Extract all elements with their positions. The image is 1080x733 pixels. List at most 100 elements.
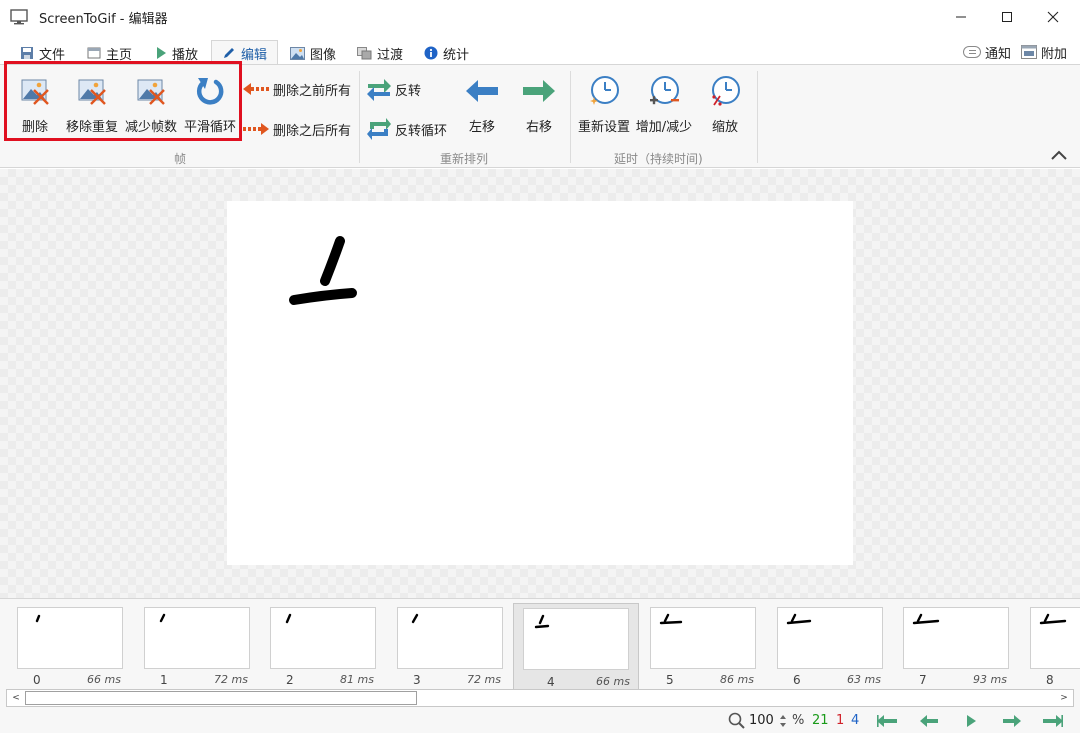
extras-button[interactable]: 附加 [1021, 42, 1067, 62]
frame-index: 4 [547, 675, 555, 689]
override-delay-button[interactable]: 重新设置 [574, 71, 634, 139]
yoyo-label: 反转循环 [395, 123, 448, 139]
tab-image[interactable]: 图像 [290, 42, 336, 64]
drawing-stroke [289, 236, 357, 305]
group-separator [359, 71, 360, 163]
transition-icon [357, 46, 372, 59]
notifications-label: 通知 [985, 46, 1012, 62]
canvas-area [0, 169, 1080, 598]
yoyo-button[interactable]: 反转循环 [366, 117, 447, 141]
delete-previous-icon [243, 83, 269, 95]
tab-statistics[interactable]: 统计 [424, 42, 469, 64]
frame-thumbnail-selected[interactable]: 4 66 ms [513, 603, 639, 691]
save-icon [21, 47, 33, 59]
move-right-label: 右移 [525, 120, 552, 135]
frame-thumbnail-image [144, 607, 250, 669]
extras-icon [1021, 45, 1037, 59]
frame-thumbnail[interactable]: 3 72 ms [391, 604, 509, 688]
frame-thumbnail[interactable]: 8 [1024, 604, 1080, 688]
group-separator [757, 71, 758, 163]
next-frame-icon [1003, 715, 1021, 727]
delete-previous-label: 删除之前所有 [273, 83, 352, 99]
minimize-button[interactable] [938, 0, 984, 34]
collapse-ribbon-button[interactable] [1050, 149, 1068, 163]
image-icon [290, 46, 305, 60]
frame-duration: 81 ms [340, 673, 374, 686]
frame-index: 7 [919, 673, 927, 687]
home-icon [87, 47, 101, 59]
frame-duration: 66 ms [87, 673, 121, 686]
close-button[interactable] [1030, 0, 1076, 34]
app-icon [10, 9, 28, 25]
frame-thumbnail[interactable]: 1 72 ms [138, 604, 256, 688]
scale-delay-label: 缩放 [711, 120, 738, 135]
last-frame-icon [1043, 715, 1063, 727]
frame-index: 1 [160, 673, 168, 687]
frame-preview [227, 201, 853, 565]
title-bar: ScreenToGif - 编辑器 [0, 0, 1080, 34]
info-icon [424, 46, 438, 60]
scroll-right-button[interactable]: > [1056, 691, 1072, 705]
minimize-icon [956, 16, 966, 18]
zoom-unit: % [792, 713, 805, 728]
previous-frame-icon [920, 715, 938, 727]
scroll-left-button[interactable]: < [8, 691, 24, 705]
play-button[interactable] [960, 711, 982, 731]
frame-count: 21 [812, 713, 829, 728]
frame-thumbnail-image [17, 607, 123, 669]
group-separator [570, 71, 571, 163]
scale-delay-button[interactable]: 缩放 [695, 71, 755, 139]
frame-thumbnail-image [777, 607, 883, 669]
frame-duration: 66 ms [596, 675, 630, 688]
delete-next-icon [243, 123, 269, 135]
extras-label: 附加 [1041, 46, 1068, 62]
frame-duration: 72 ms [214, 673, 248, 686]
next-frame-button[interactable] [1001, 711, 1023, 731]
delete-next-button[interactable]: 删除之后所有 [242, 117, 351, 141]
frame-thumbnail[interactable]: 7 93 ms [897, 604, 1015, 688]
first-frame-button[interactable] [876, 711, 898, 731]
frame-thumbnail-image [270, 607, 376, 669]
move-left-button[interactable]: 左移 [452, 71, 512, 139]
tab-label: 播放 [172, 47, 199, 63]
frame-duration: 72 ms [467, 673, 501, 686]
selected-count: 1 [836, 713, 845, 728]
reverse-button[interactable]: 反转 [366, 77, 421, 101]
frame-duration: 63 ms [847, 673, 881, 686]
frame-index: 5 [666, 673, 674, 687]
increase-decrease-delay-icon [650, 76, 679, 105]
close-icon [1047, 11, 1059, 23]
reorder-group-label: 重新排列 [440, 152, 489, 166]
maximize-icon [1002, 12, 1012, 22]
delete-previous-button[interactable]: 删除之前所有 [242, 77, 351, 101]
chevron-up-icon [1051, 150, 1067, 160]
timeline-scrollbar[interactable]: < > [6, 689, 1074, 707]
tab-label: 主页 [106, 47, 133, 63]
notifications-button[interactable]: 通知 [963, 42, 1011, 62]
window-title: ScreenToGif - 编辑器 [39, 12, 168, 27]
frame-thumbnail[interactable]: 6 63 ms [771, 604, 889, 688]
scrollbar-thumb[interactable] [25, 691, 417, 705]
frame-thumbnail[interactable]: 0 66 ms [11, 604, 129, 688]
play-icon [967, 715, 976, 727]
tab-label: 过渡 [377, 47, 404, 63]
override-delay-label: 重新设置 [577, 120, 630, 135]
reverse-icon [367, 79, 391, 101]
frame-duration: 86 ms [720, 673, 754, 686]
frame-thumbnail-image [397, 607, 503, 669]
frame-index: 2 [286, 673, 294, 687]
zoom-stepper-icon[interactable] [779, 713, 787, 729]
frame-index: 6 [793, 673, 801, 687]
tab-transitions[interactable]: 过渡 [357, 42, 403, 64]
frame-thumbnail-image [903, 607, 1009, 669]
previous-frame-button[interactable] [918, 711, 940, 731]
frame-thumbnail[interactable]: 2 81 ms [264, 604, 382, 688]
zoom-input[interactable]: 100 [749, 713, 774, 728]
maximize-button[interactable] [984, 0, 1030, 34]
increase-decrease-delay-button[interactable]: 增加/减少 [634, 71, 694, 139]
last-frame-button[interactable] [1042, 711, 1064, 731]
frame-duration: 93 ms [973, 673, 1007, 686]
move-right-button[interactable]: 右移 [509, 71, 569, 139]
frame-thumbnail[interactable]: 5 86 ms [644, 604, 762, 688]
reverse-label: 反转 [395, 83, 422, 99]
